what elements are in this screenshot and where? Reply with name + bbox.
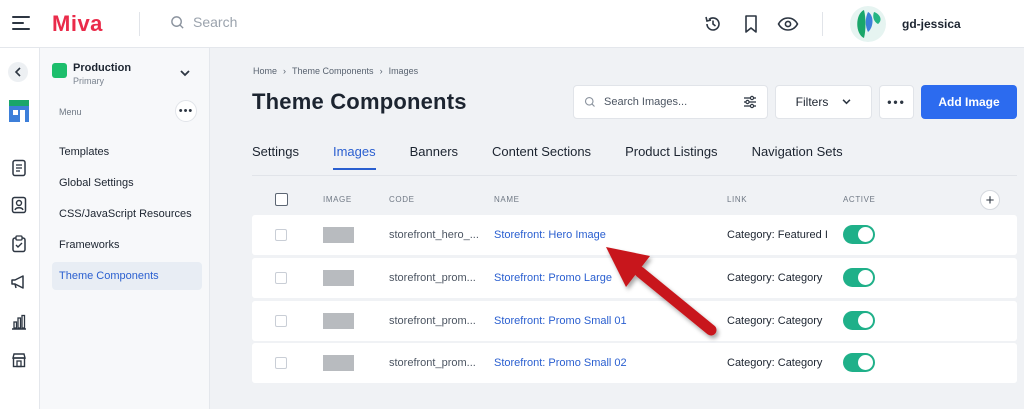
- menu-item-global-settings[interactable]: Global Settings: [52, 169, 202, 197]
- row-name-link[interactable]: Storefront: Promo Small 01: [494, 315, 627, 327]
- add-image-button[interactable]: Add Image: [921, 85, 1017, 119]
- top-bar: Miva Search gd-jessica: [0, 0, 1024, 48]
- column-name[interactable]: NAME: [494, 195, 520, 204]
- column-image: IMAGE: [323, 195, 352, 204]
- filters-button[interactable]: Filters: [775, 85, 872, 119]
- active-toggle[interactable]: [843, 311, 875, 330]
- marketing-icon[interactable]: [7, 270, 31, 294]
- active-toggle[interactable]: [843, 268, 875, 287]
- tab-product-listings[interactable]: Product Listings: [625, 144, 718, 170]
- row-checkbox[interactable]: [275, 272, 287, 284]
- global-search-placeholder: Search: [193, 14, 238, 30]
- active-toggle[interactable]: [843, 353, 875, 372]
- row-code: storefront_hero_...: [389, 229, 479, 241]
- hamburger-menu-icon[interactable]: [12, 16, 30, 30]
- tab-banners[interactable]: Banners: [410, 144, 458, 170]
- breadcrumb-images: Images: [388, 66, 419, 76]
- tabs: Settings Images Banners Content Sections…: [252, 144, 877, 170]
- search-images-input[interactable]: [604, 96, 735, 108]
- row-checkbox[interactable]: [275, 229, 287, 241]
- table-header: IMAGE CODE NAME LINK ACTIVE +: [252, 186, 1017, 214]
- table-row[interactable]: storefront_hero_... Storefront: Hero Ima…: [252, 215, 1017, 255]
- tab-images[interactable]: Images: [332, 144, 376, 170]
- chevron-down-icon[interactable]: [180, 64, 190, 82]
- row-link: Category: Category: [727, 357, 823, 369]
- tab-settings[interactable]: Settings: [252, 144, 299, 170]
- column-link[interactable]: LINK: [727, 195, 747, 204]
- store-icon[interactable]: [7, 99, 31, 123]
- clipboard-icon[interactable]: [7, 232, 31, 256]
- filters-label: Filters: [795, 95, 829, 109]
- row-code: storefront_prom...: [389, 272, 476, 284]
- image-thumbnail: [323, 270, 354, 286]
- icon-rail: [0, 48, 40, 409]
- miva-logo[interactable]: Miva: [52, 11, 103, 37]
- divider: [139, 12, 140, 36]
- image-thumbnail: [323, 313, 354, 329]
- menu-item-css-js-resources[interactable]: CSS/JavaScript Resources: [52, 200, 202, 228]
- image-thumbnail: [323, 355, 354, 371]
- store-name[interactable]: Production: [73, 62, 131, 74]
- row-name-link[interactable]: Storefront: Promo Small 02: [494, 357, 627, 369]
- table-row[interactable]: storefront_prom... Storefront: Promo Lar…: [252, 258, 1017, 298]
- image-thumbnail: [323, 227, 354, 243]
- active-toggle[interactable]: [843, 225, 875, 244]
- eye-icon[interactable]: [777, 13, 799, 35]
- table-row[interactable]: storefront_prom... Storefront: Promo Sma…: [252, 301, 1017, 341]
- menu-item-templates[interactable]: Templates: [52, 138, 202, 166]
- avatar[interactable]: [850, 6, 886, 42]
- row-link: Category: Category: [727, 315, 823, 327]
- bookmark-icon[interactable]: [740, 13, 762, 35]
- username[interactable]: gd-jessica: [902, 17, 961, 31]
- store-color-swatch: [52, 63, 67, 78]
- divider: [822, 12, 823, 36]
- tabs-divider: [252, 175, 1017, 176]
- menu-item-theme-components[interactable]: Theme Components: [52, 262, 202, 290]
- more-actions-button[interactable]: •••: [879, 85, 914, 119]
- select-all-checkbox[interactable]: [275, 193, 288, 206]
- menu-item-frameworks[interactable]: Frameworks: [52, 231, 202, 259]
- row-checkbox[interactable]: [275, 315, 287, 327]
- orders-icon[interactable]: [7, 156, 31, 180]
- row-link: Category: Category: [727, 272, 823, 284]
- menu-heading: Menu: [59, 107, 82, 117]
- row-link: Category: Featured I: [727, 229, 827, 241]
- column-code[interactable]: CODE: [389, 195, 415, 204]
- global-search[interactable]: Search: [170, 14, 237, 30]
- search-icon: [171, 15, 184, 29]
- row-name-link[interactable]: Storefront: Promo Large: [494, 272, 612, 284]
- page-title: Theme Components: [252, 89, 467, 114]
- row-code: storefront_prom...: [389, 315, 476, 327]
- shop-icon[interactable]: [7, 348, 31, 372]
- search-icon: [584, 96, 595, 107]
- breadcrumb-home[interactable]: Home: [253, 66, 277, 76]
- tab-navigation-sets[interactable]: Navigation Sets: [752, 144, 843, 170]
- sliders-icon[interactable]: [743, 95, 757, 109]
- row-checkbox[interactable]: [275, 357, 287, 369]
- reports-icon[interactable]: [7, 310, 31, 334]
- history-icon[interactable]: [702, 13, 724, 35]
- search-images-field[interactable]: [573, 85, 768, 119]
- tab-content-sections[interactable]: Content Sections: [492, 144, 591, 170]
- chevron-right-icon: ›: [379, 66, 383, 76]
- side-menu: Production Primary Menu ••• Templates Gl…: [40, 48, 210, 409]
- collapse-sidebar-button[interactable]: [8, 62, 28, 82]
- breadcrumb-theme-components[interactable]: Theme Components: [292, 66, 374, 76]
- store-subtitle: Primary: [73, 76, 104, 86]
- chevron-right-icon: ›: [283, 66, 287, 76]
- table-row[interactable]: storefront_prom... Storefront: Promo Sma…: [252, 343, 1017, 383]
- menu-more-button[interactable]: •••: [175, 100, 197, 122]
- column-active[interactable]: ACTIVE: [843, 195, 876, 204]
- row-code: storefront_prom...: [389, 357, 476, 369]
- breadcrumb: Home › Theme Components › Images: [253, 66, 418, 76]
- customers-icon[interactable]: [7, 193, 31, 217]
- row-name-link[interactable]: Storefront: Hero Image: [494, 229, 606, 241]
- add-column-button[interactable]: +: [980, 190, 1000, 210]
- chevron-left-icon: [14, 67, 21, 77]
- chevron-down-icon: [842, 99, 851, 105]
